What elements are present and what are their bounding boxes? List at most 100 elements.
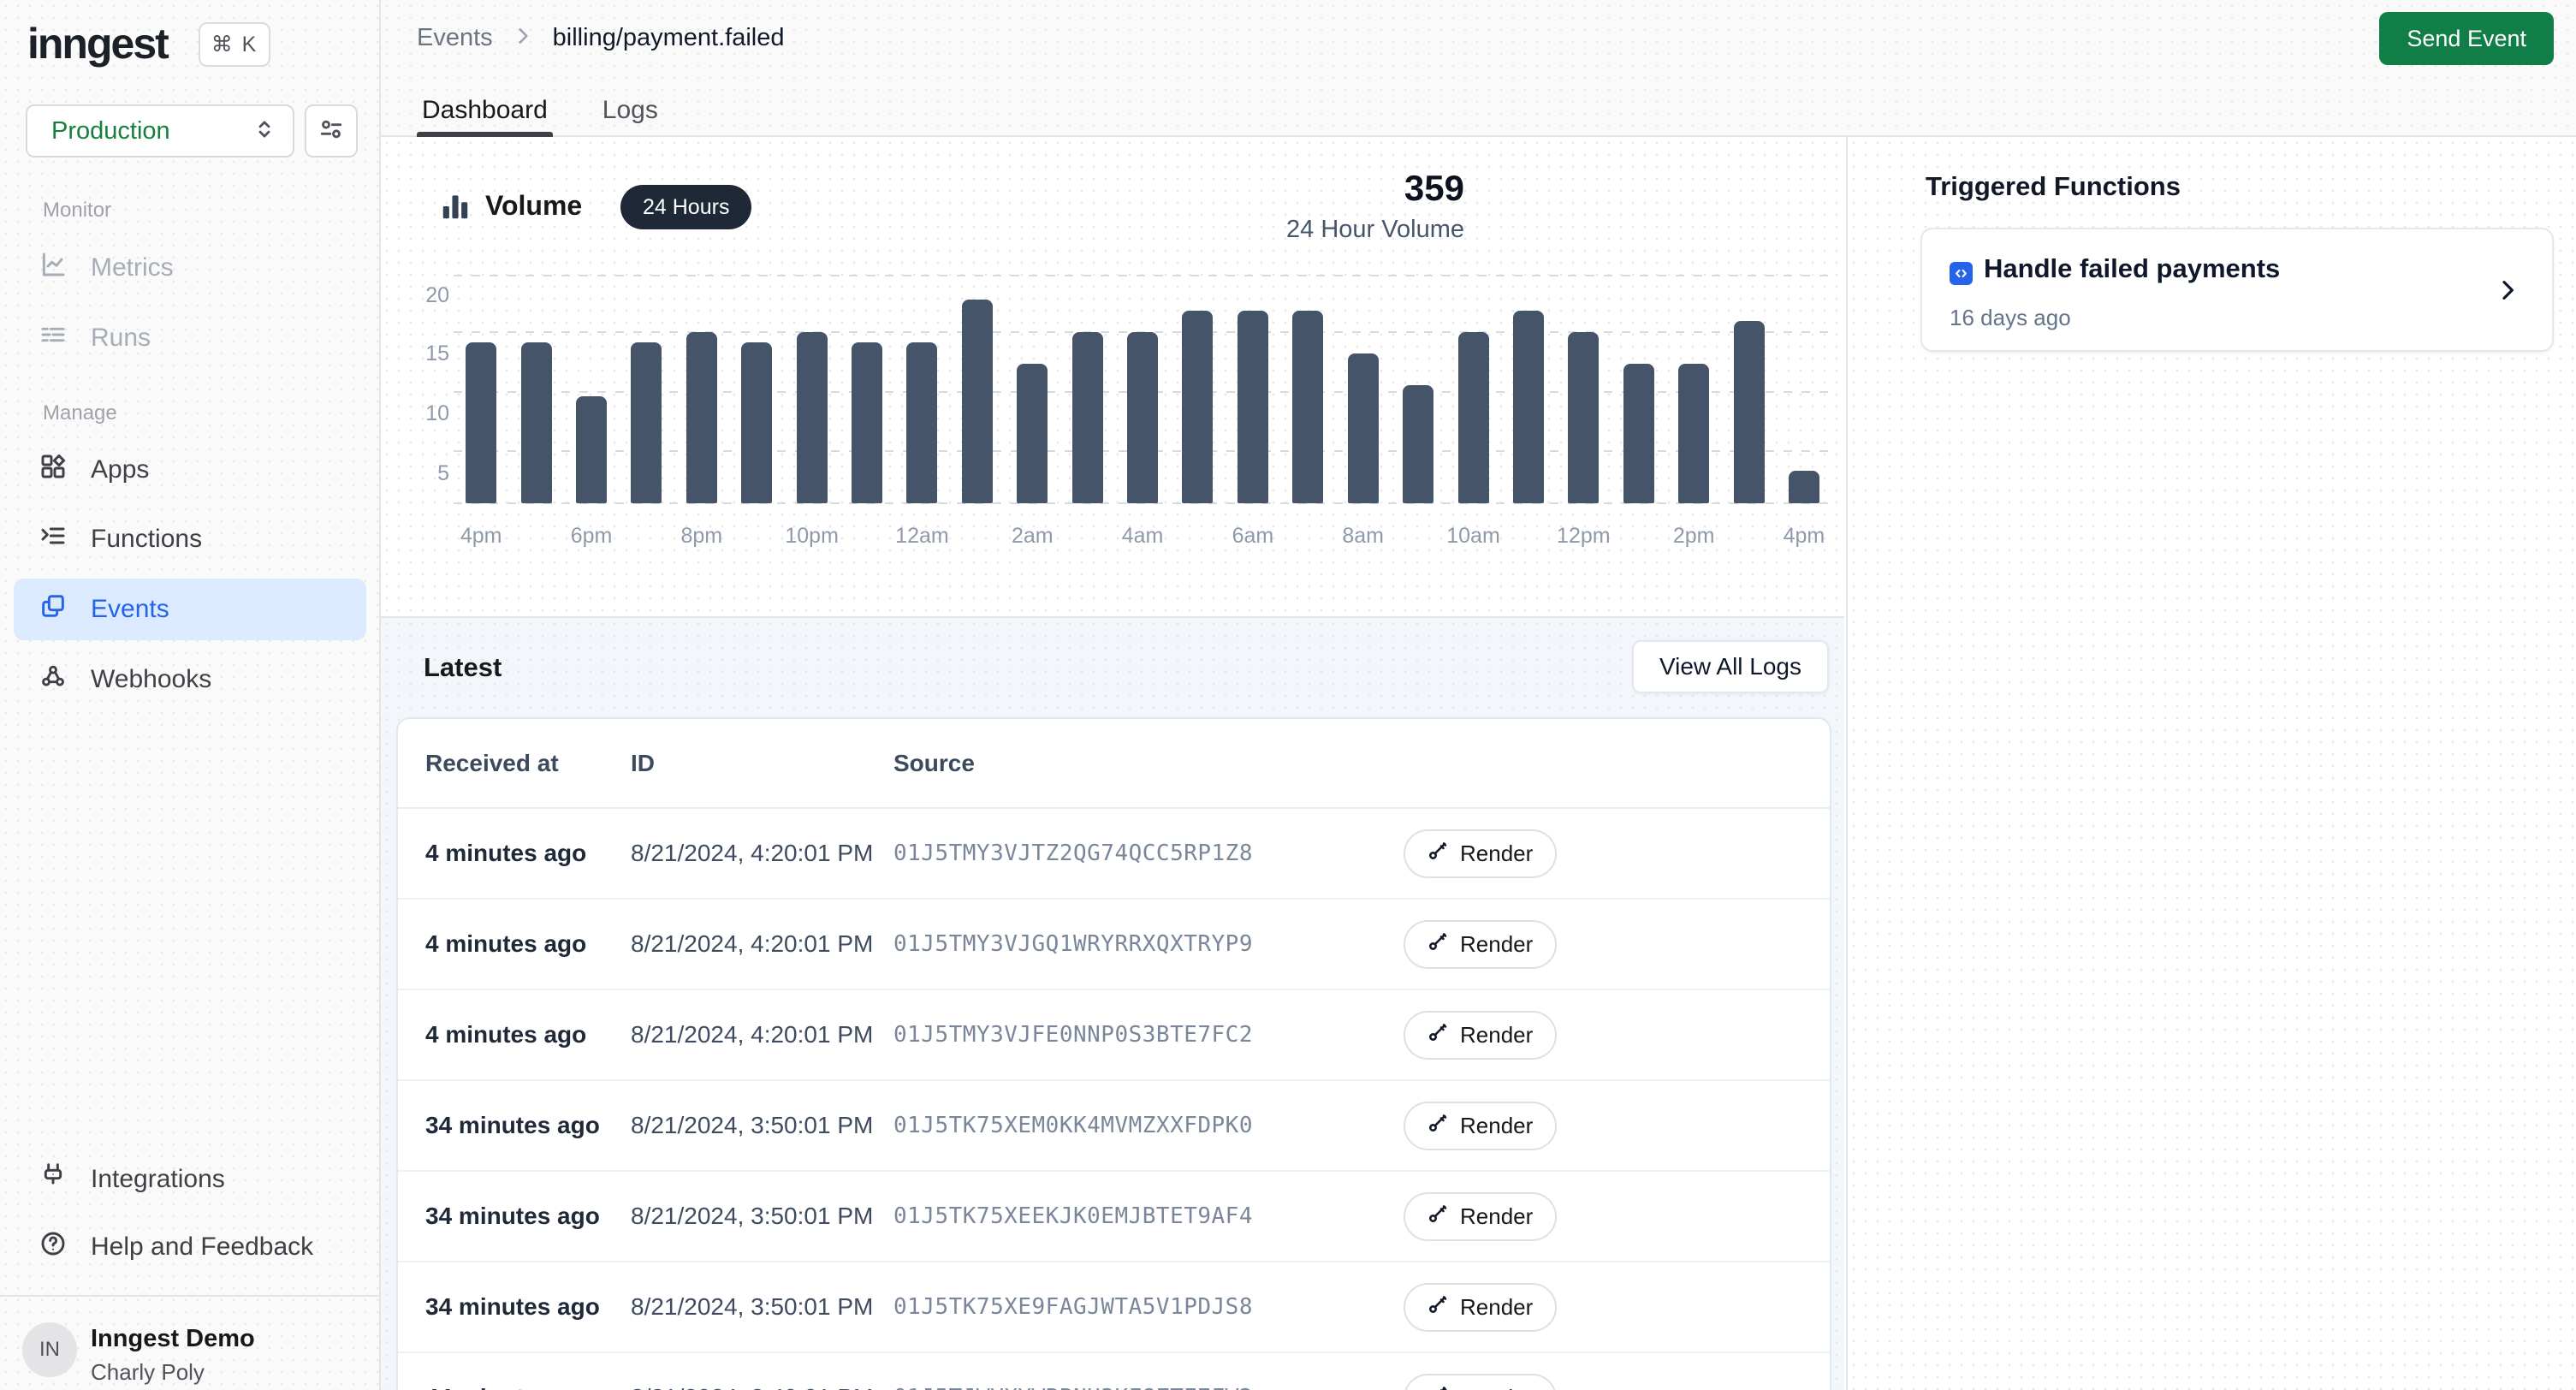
event-id: 01J5TMY3VJFE0NNP0S3BTE7FC2 — [893, 1022, 1378, 1048]
table-body: 4 minutes ago 8/21/2024, 4:20:01 PM 01J5… — [398, 809, 1830, 1390]
tab-dashboard[interactable]: Dashboard — [422, 83, 548, 137]
sidebar-item-label: Events — [91, 595, 169, 624]
y-tick-label: 15 — [425, 342, 449, 366]
source-cell: Render — [1378, 920, 1557, 969]
view-all-logs-button[interactable]: View All Logs — [1632, 640, 1829, 693]
list-runs-icon — [39, 321, 67, 355]
key-icon — [1427, 1203, 1448, 1230]
sidebar-item-webhooks[interactable]: Webhooks — [14, 649, 366, 710]
received-at-timestamp: 8/21/2024, 4:20:01 PM — [631, 1021, 893, 1048]
x-tick-label: 8pm — [674, 524, 729, 553]
chevron-right-icon — [512, 25, 534, 51]
sidebar: inngest ⌘ K Production Monitor Metrics R… — [0, 0, 381, 1390]
function-name: Handle failed payments — [1984, 253, 2280, 284]
chart-bar — [797, 332, 828, 503]
received-at-timestamp: 8/21/2024, 3:50:01 PM — [631, 1112, 893, 1139]
sidebar-item-label: Runs — [91, 324, 151, 353]
render-source-button[interactable]: Render — [1404, 1192, 1557, 1241]
received-at-relative: 4 minutes ago — [425, 930, 631, 958]
chart-bar — [466, 342, 496, 503]
received-at-relative: 34 minutes ago — [425, 1203, 631, 1230]
render-source-button[interactable]: Render — [1404, 920, 1557, 969]
y-tick-label: 10 — [425, 401, 449, 426]
chart-line-icon — [39, 251, 67, 285]
render-label: Render — [1460, 1294, 1533, 1321]
column-header-id: ID — [631, 750, 893, 777]
render-source-button[interactable]: Render — [1404, 1283, 1557, 1332]
triggered-functions-title: Triggered Functions — [1926, 171, 2181, 202]
event-id: 01J5TK75XEM0KK4MVMZXXFDPK0 — [893, 1113, 1378, 1138]
chart-x-axis: 4pm6pm8pm10pm12am2am4am6am8am10am12pm2pm… — [454, 524, 1831, 553]
event-id: 01J5TMY3VJGQ1WRYRRXQXTRYP9 — [893, 931, 1378, 957]
table-row[interactable]: 4 minutes ago 8/21/2024, 4:20:01 PM 01J5… — [398, 990, 1830, 1081]
latest-section: Latest View All Logs Received at ID Sour… — [381, 616, 1844, 1390]
render-source-button[interactable]: Render — [1404, 1102, 1557, 1150]
help-circle-icon — [39, 1230, 67, 1264]
sidebar-item-events[interactable]: Events — [14, 579, 366, 640]
chart-bar — [1182, 311, 1213, 503]
inngest-dashboard-page: inngest ⌘ K Production Monitor Metrics R… — [0, 0, 2576, 1390]
sidebar-item-runs[interactable]: Runs — [14, 307, 366, 369]
breadcrumb-current: billing/payment.failed — [553, 24, 785, 52]
chart-bar — [521, 342, 552, 503]
source-cell: Render — [1378, 1374, 1557, 1390]
triggered-function-card[interactable]: Handle failed payments 16 days ago — [1920, 228, 2554, 352]
event-id: 01J5TJWVXYWBBNH3KF8ZTE7FW2 — [893, 1385, 1378, 1390]
sidebar-item-apps[interactable]: Apps — [14, 439, 366, 501]
render-label: Render — [1460, 931, 1533, 958]
triggered-functions-panel: Triggered Functions Handle failed paymen… — [1846, 137, 2576, 1390]
table-row[interactable]: 34 minutes ago 8/21/2024, 3:50:01 PM 01J… — [398, 1262, 1830, 1353]
x-tick-label: 12pm — [1556, 524, 1611, 553]
page-header: Events billing/payment.failed Send Event… — [381, 0, 2576, 137]
render-source-button[interactable]: Render — [1404, 829, 1557, 878]
inngest-logo[interactable]: inngest — [27, 19, 168, 68]
chart-bar — [1238, 311, 1268, 503]
environment-settings-button[interactable] — [305, 104, 358, 157]
tab-logs[interactable]: Logs — [602, 83, 658, 137]
table-row[interactable]: 4 minutes ago 8/21/2024, 4:20:01 PM 01J5… — [398, 900, 1830, 990]
received-at-timestamp: 8/21/2024, 3:50:01 PM — [631, 1203, 893, 1230]
sidebar-item-help[interactable]: Help and Feedback — [14, 1216, 366, 1278]
x-tick-label: 4pm — [454, 524, 508, 553]
environment-select[interactable]: Production — [26, 104, 294, 157]
table-row[interactable]: 34 minutes ago 8/21/2024, 3:50:01 PM 01J… — [398, 1172, 1830, 1262]
render-source-button[interactable]: Render — [1404, 1374, 1557, 1390]
sidebar-divider — [0, 1295, 381, 1297]
functions-icon — [39, 522, 67, 556]
chart-bar — [1513, 311, 1544, 503]
send-event-button[interactable]: Send Event — [2379, 12, 2554, 65]
sidebar-item-functions[interactable]: Functions — [14, 508, 366, 570]
volume-chart — [454, 276, 1831, 503]
render-source-button[interactable]: Render — [1404, 1011, 1557, 1060]
chart-bars — [454, 276, 1831, 503]
user-org: Inngest Demo — [91, 1325, 255, 1353]
sidebar-item-integrations[interactable]: Integrations — [14, 1149, 366, 1210]
sidebar-item-metrics[interactable]: Metrics — [14, 237, 366, 299]
render-label: Render — [1460, 1022, 1533, 1048]
key-icon — [1427, 841, 1448, 867]
y-tick-label: 20 — [425, 283, 449, 308]
apps-grid-icon — [39, 453, 67, 487]
function-last-triggered: 16 days ago — [1950, 305, 2071, 331]
chart-bar — [1458, 332, 1489, 503]
chart-bar — [962, 300, 993, 503]
chart-bar — [1403, 385, 1433, 503]
user-name: Charly Poly — [91, 1359, 205, 1386]
render-label: Render — [1460, 1385, 1533, 1390]
x-tick-label: 2pm — [1666, 524, 1721, 553]
sidebar-section-manage: Manage — [43, 401, 117, 425]
received-at-relative: 4 minutes ago — [425, 1021, 631, 1048]
command-k-shortcut[interactable]: ⌘ K — [199, 22, 270, 67]
column-header-source: Source — [893, 750, 1378, 777]
table-row[interactable]: 34 minutes ago 8/21/2024, 3:50:01 PM 01J… — [398, 1081, 1830, 1172]
table-row[interactable]: 44 minutes ago 8/21/2024, 3:40:01 PM 01J… — [398, 1353, 1830, 1390]
column-header-received-at: Received at — [425, 750, 631, 777]
events-windows-icon — [39, 592, 67, 627]
breadcrumb-events-link[interactable]: Events — [417, 24, 493, 52]
received-at-timestamp: 8/21/2024, 4:20:01 PM — [631, 930, 893, 958]
volume-range-badge[interactable]: 24 Hours — [620, 185, 751, 229]
table-row[interactable]: 4 minutes ago 8/21/2024, 4:20:01 PM 01J5… — [398, 809, 1830, 900]
x-tick-label: 8am — [1336, 524, 1391, 553]
latest-title: Latest — [424, 652, 502, 683]
event-id: 01J5TMY3VJTZ2QG74QCC5RP1Z8 — [893, 841, 1378, 866]
